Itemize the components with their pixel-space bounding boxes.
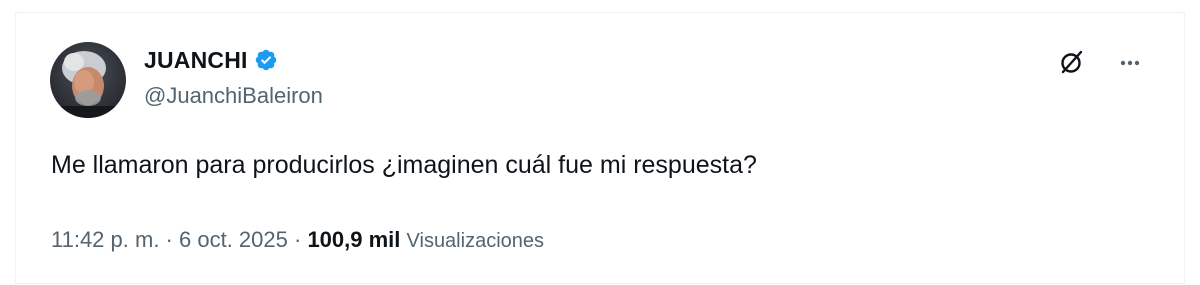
avatar-image (50, 42, 126, 118)
author-name-row: JUANCHI (144, 45, 278, 75)
more-options-icon[interactable] (1116, 48, 1144, 76)
author-display-name[interactable]: JUANCHI (144, 47, 248, 74)
avatar[interactable] (50, 42, 126, 118)
meta-separator: · (287, 227, 308, 252)
tweet-card: JUANCHI @JuanchiBaleiron Me llamaron par… (15, 12, 1185, 284)
tweet-date[interactable]: 6 oct. 2025 (179, 227, 288, 252)
grok-icon[interactable] (1058, 48, 1086, 76)
views-count[interactable]: 100,9 mil (307, 227, 400, 252)
views-label[interactable]: Visualizaciones (407, 230, 545, 252)
meta-separator: · (159, 227, 179, 252)
verified-badge-icon (254, 48, 278, 72)
tweet-text: Me llamaron para producirlos ¿imaginen c… (51, 151, 757, 179)
author-handle[interactable]: @JuanchiBaleiron (144, 83, 323, 109)
tweet-top-actions (1058, 48, 1144, 76)
tweet-time[interactable]: 11:42 p. m. (51, 227, 159, 252)
tweet-meta: 11:42 p. m. · 6 oct. 2025 · 100,9 mil Vi… (51, 227, 544, 253)
